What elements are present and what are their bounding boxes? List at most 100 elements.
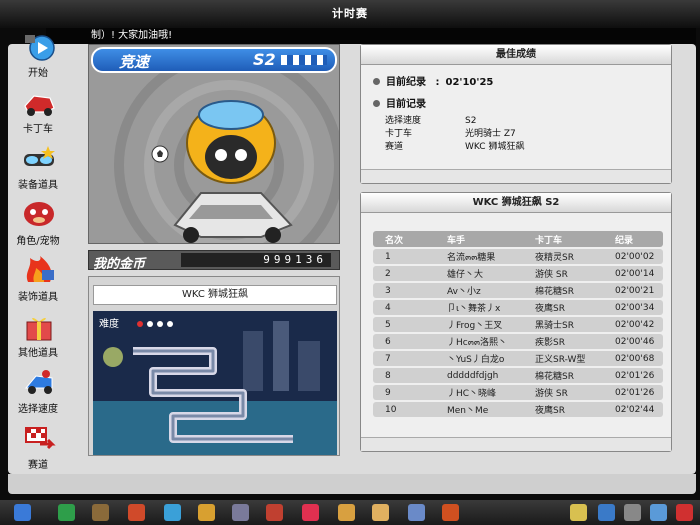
- record-details: 选择速度 S2 卡丁车 光明骑士 Z7 赛道 WKC 狮城狂飙: [385, 113, 524, 152]
- character-icon[interactable]: [128, 504, 145, 521]
- speed-kart-icon: [24, 370, 53, 394]
- record-cell: 02'00'68: [603, 351, 663, 366]
- driver-cell: Av丶小z: [435, 283, 523, 298]
- ranking-row[interactable]: 10 Men丶Me 夜鹰SR 02'02'44: [373, 402, 663, 417]
- kart-cell: 游侠 SR: [523, 385, 603, 400]
- nav-character-label: 角色/宠物: [16, 236, 60, 247]
- nav-track[interactable]: 赛道: [8, 420, 68, 476]
- ranking-row[interactable]: 2 雄仔丶大 游侠 SR 02'00'14: [373, 266, 663, 281]
- nav-decoration[interactable]: 装饰道具: [8, 252, 68, 308]
- track-selection: WKC 狮城狂飙 难度: [88, 276, 340, 456]
- driver-cell: dddddfdjgh: [435, 368, 523, 383]
- pet-icon[interactable]: [164, 504, 181, 521]
- track-layout-map: [93, 311, 337, 455]
- ranking-footer: [361, 437, 671, 451]
- difficulty-dot: [147, 321, 153, 327]
- ranking-header: WKC 狮城狂飙 S2: [361, 193, 671, 213]
- driver-cell: 丿Frog丶王叉: [435, 317, 523, 332]
- sidebar: 开始 卡丁车 装备道具 角色/宠物 装饰道具 其他道具 选择速度 赛道: [8, 28, 68, 471]
- announcement-ticker: 制）! 大家加油哦!: [46, 28, 696, 44]
- nav-character[interactable]: 角色/宠物: [8, 196, 68, 252]
- window-title: 计时赛: [0, 0, 700, 28]
- shop-cart-icon[interactable]: [92, 504, 109, 521]
- ranking-row[interactable]: 4 卩ι丶舞茶丿x 夜鹰SR 02'00'34: [373, 300, 663, 315]
- kart-cell: 棉花糖SR: [523, 368, 603, 383]
- nav-start[interactable]: 开始: [8, 28, 68, 84]
- ranking-row[interactable]: 5 丿Frog丶王叉 黑骑士SR 02'00'42: [373, 317, 663, 332]
- ranking-row[interactable]: 1 名流๓๓糖果 夜精灵SR 02'00'02: [373, 249, 663, 264]
- book-icon[interactable]: [408, 504, 425, 521]
- ranking-row[interactable]: 3 Av丶小z 棉花糖SR 02'00'21: [373, 283, 663, 298]
- nav-decoration-label: 装饰道具: [18, 292, 58, 303]
- rank-cell: 1: [373, 249, 435, 264]
- mail-icon[interactable]: [266, 504, 283, 521]
- nav-kart-label: 卡丁车: [23, 124, 53, 135]
- kart-cell: 黑骑士SR: [523, 317, 603, 332]
- search-icon[interactable]: [650, 504, 667, 521]
- record-cell: 02'00'02: [603, 249, 663, 264]
- nav-track-label: 赛道: [28, 460, 48, 471]
- kart-cell: 棉花糖SR: [523, 283, 603, 298]
- kart-icon[interactable]: [198, 504, 215, 521]
- col-record: 纪录: [603, 231, 663, 247]
- character-preview: 竞速 S2: [88, 44, 340, 244]
- rank-cell: 8: [373, 368, 435, 383]
- detail-track: 赛道 WKC 狮城狂飙: [385, 142, 525, 152]
- detail-speed: 选择速度 S2: [385, 116, 477, 126]
- flame-hat-icon: [26, 256, 54, 282]
- difficulty-dot: [167, 321, 173, 327]
- game-window: 计时赛 制）! 大家加油哦! 开始 卡丁车 装备道具 角色/宠物 装饰道具 其他…: [0, 0, 700, 500]
- difficulty-dots: [137, 319, 177, 330]
- difficulty-dot: [137, 321, 143, 327]
- driver-cell: 卩ι丶舞茶丿x: [435, 300, 523, 315]
- ranking-row[interactable]: 8 dddddfdjgh 棉花糖SR 02'01'26: [373, 368, 663, 383]
- soccer-ball-icon: [151, 145, 169, 163]
- character-icon: [24, 202, 54, 226]
- track-map: 难度: [93, 311, 337, 455]
- bullet-icon: [373, 100, 380, 107]
- record-cell: 02'01'26: [603, 385, 663, 400]
- nav-equipment[interactable]: 装备道具: [8, 140, 68, 196]
- nav-other-items[interactable]: 其他道具: [8, 308, 68, 364]
- driver-cell: 名流๓๓糖果: [435, 249, 523, 264]
- nav-equipment-label: 装备道具: [18, 180, 58, 191]
- back-icon[interactable]: [58, 504, 75, 521]
- rank-cell: 6: [373, 334, 435, 349]
- kart-cell: 夜鹰SR: [523, 402, 603, 417]
- driver-cell: 丿Hc๓๓洛熙丶: [435, 334, 523, 349]
- current-record-label: 目前纪录: [386, 77, 426, 88]
- record-cell: 02'01'26: [603, 368, 663, 383]
- hand-icon[interactable]: [372, 504, 389, 521]
- wrench-icon[interactable]: [624, 504, 641, 521]
- ranking-row[interactable]: 6 丿Hc๓๓洛熙丶 疾影SR 02'00'46: [373, 334, 663, 349]
- notes-icon[interactable]: [570, 504, 587, 521]
- kart-cell: 正义SR-W型: [523, 351, 603, 366]
- ranking-row[interactable]: 9 丿HC丶晓峰 游侠 SR 02'01'26: [373, 385, 663, 400]
- current-record-row: 目前纪录 :02'10'25: [373, 73, 493, 88]
- start-logo-icon[interactable]: [14, 504, 31, 521]
- nav-select-speed[interactable]: 选择速度: [8, 364, 68, 420]
- nav-kart[interactable]: 卡丁车: [8, 84, 68, 140]
- nav-select-speed-label: 选择速度: [18, 404, 58, 415]
- window-bottom-bar: [8, 474, 696, 494]
- power-icon[interactable]: [676, 504, 693, 521]
- kart-icon: [24, 95, 55, 116]
- coins-value: 999136: [181, 253, 331, 267]
- rank-cell: 2: [373, 266, 435, 281]
- helmet-icon[interactable]: [442, 504, 459, 521]
- community-icon[interactable]: [598, 504, 615, 521]
- rank-cell: 9: [373, 385, 435, 400]
- tools-icon[interactable]: [338, 504, 355, 521]
- settings-gear-icon[interactable]: [232, 504, 249, 521]
- difficulty-dot: [157, 321, 163, 327]
- heart-icon[interactable]: [302, 504, 319, 521]
- record-label: 目前记录: [386, 99, 426, 110]
- record-cell: 02'02'44: [603, 402, 663, 417]
- difficulty-label: 难度: [99, 319, 119, 330]
- ranking-row[interactable]: 7 丶YuS丿白龙o 正义SR-W型 02'00'68: [373, 351, 663, 366]
- best-record-footer: [361, 169, 671, 183]
- track-name[interactable]: WKC 狮城狂飙: [93, 285, 337, 305]
- track-flag-icon: [25, 427, 56, 450]
- nav-other-items-label: 其他道具: [18, 348, 58, 359]
- best-record-header: 最佳成绩: [361, 45, 671, 65]
